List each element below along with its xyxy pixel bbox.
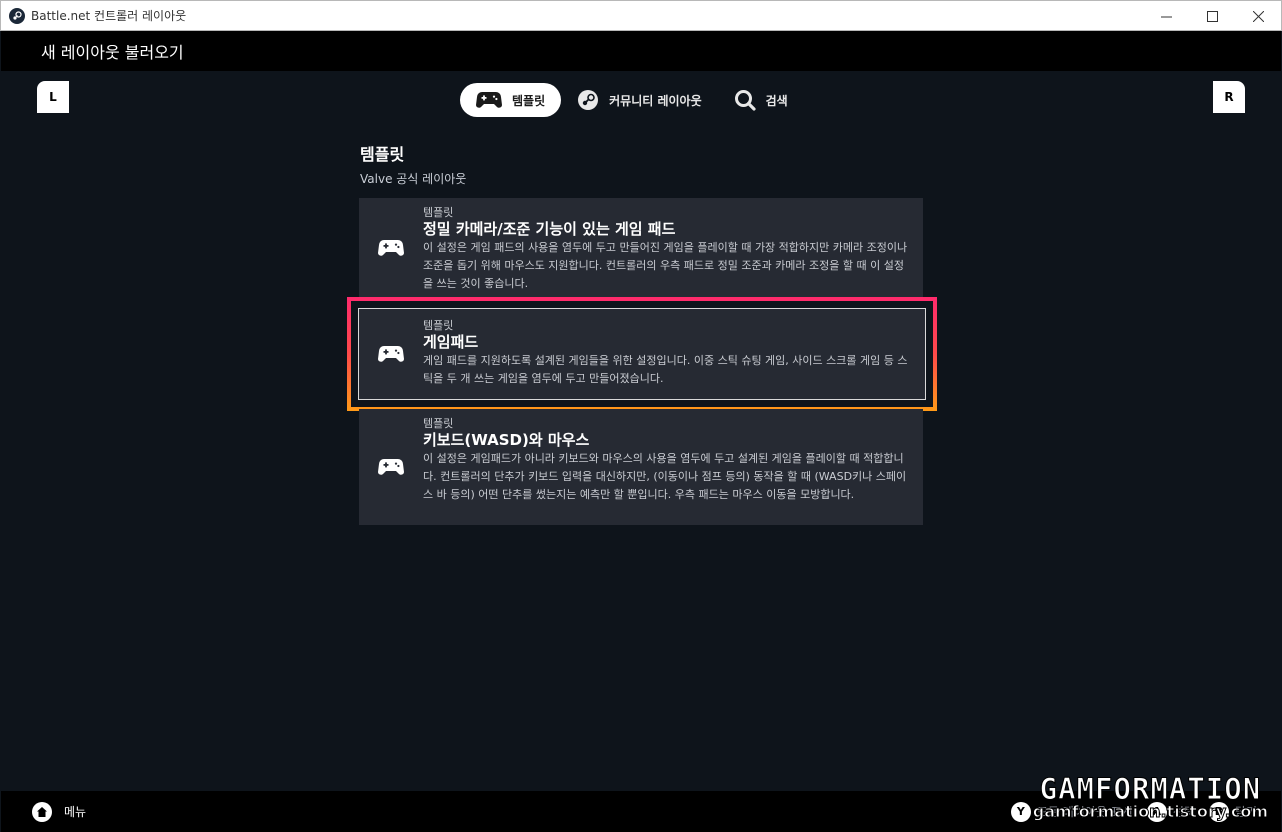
template-card-gamepad[interactable]: 템플릿 게임패드 게임 패드를 지원하도록 설계된 게임들을 위한 설정입니다.… [358, 308, 926, 400]
template-card-precision-camera[interactable]: 템플릿 정밀 카메라/조준 기능이 있는 게임 패드 이 설정은 게임 패드의 … [359, 198, 923, 298]
window-title: Battle.net 컨트롤러 레이아웃 [31, 9, 187, 23]
template-description: 이 설정은 게임패드가 아니라 키보드와 마우스의 사용을 염두에 두고 설계된… [423, 452, 907, 501]
tab-search[interactable]: 검색 [718, 83, 804, 117]
page-title: 새 레이아웃 불러오기 [41, 43, 184, 62]
tab-community-label: 커뮤니티 레이아웃 [609, 93, 702, 108]
template-tag: 템플릿 [423, 417, 454, 430]
tab-bar: 템플릿 커뮤니티 레이아웃 검색 [460, 83, 804, 117]
steam-icon [577, 89, 599, 111]
template-description: 게임 패드를 지원하도록 설계된 게임들을 위한 설정입니다. 이중 스틱 슈팅… [423, 354, 908, 385]
watermark-url: gamformation.tistory.com [1032, 802, 1268, 821]
template-description: 이 설정은 게임 패드의 사용을 염두에 두고 만들어진 게임을 플레이할 때 … [423, 241, 908, 290]
left-bumper-button[interactable]: L [37, 81, 69, 113]
maximize-button[interactable] [1189, 1, 1235, 31]
template-name: 키보드(WASD)와 마우스 [423, 431, 590, 449]
y-button-icon: Y [1010, 801, 1031, 822]
main-content: L R 템플릿 커뮤니티 레이아웃 검색 템플릿 Valve 공식 레이아웃 템… [1, 71, 1281, 791]
tab-templates-label: 템플릿 [512, 93, 546, 108]
tab-community-layouts[interactable]: 커뮤니티 레이아웃 [561, 83, 718, 117]
window-titlebar: Battle.net 컨트롤러 레이아웃 [0, 0, 1282, 31]
home-icon[interactable] [32, 801, 52, 822]
page-header: 새 레이아웃 불러오기 [1, 31, 1281, 71]
gamepad-icon [359, 309, 423, 399]
section-title: 템플릿 [360, 145, 405, 164]
watermark: GAMFORMATION gamformation.tistory.com [1032, 772, 1268, 821]
template-name: 게임패드 [423, 333, 479, 351]
close-button[interactable] [1235, 1, 1281, 31]
template-card-keyboard-mouse[interactable]: 템플릿 키보드(WASD)와 마우스 이 설정은 게임패드가 아니라 키보드와 … [359, 409, 923, 525]
section-subtitle: Valve 공식 레이아웃 [360, 172, 467, 186]
template-tag: 템플릿 [423, 206, 454, 219]
gamepad-icon [359, 409, 423, 525]
watermark-logo: GAMFORMATION [1039, 772, 1262, 806]
gamepad-icon [476, 89, 502, 111]
minimize-button[interactable] [1143, 1, 1189, 31]
tab-templates[interactable]: 템플릿 [460, 83, 562, 117]
menu-label[interactable]: 메뉴 [64, 803, 86, 820]
gamepad-icon [359, 198, 423, 298]
template-name: 정밀 카메라/조준 기능이 있는 게임 패드 [423, 220, 676, 238]
template-tag: 템플릿 [423, 319, 454, 332]
search-icon [734, 89, 756, 111]
tab-search-label: 검색 [765, 93, 788, 108]
selection-highlight: 템플릿 게임패드 게임 패드를 지원하도록 설계된 게임들을 위한 설정입니다.… [347, 297, 937, 411]
right-bumper-button[interactable]: R [1213, 81, 1245, 113]
steam-app-icon [9, 7, 25, 24]
